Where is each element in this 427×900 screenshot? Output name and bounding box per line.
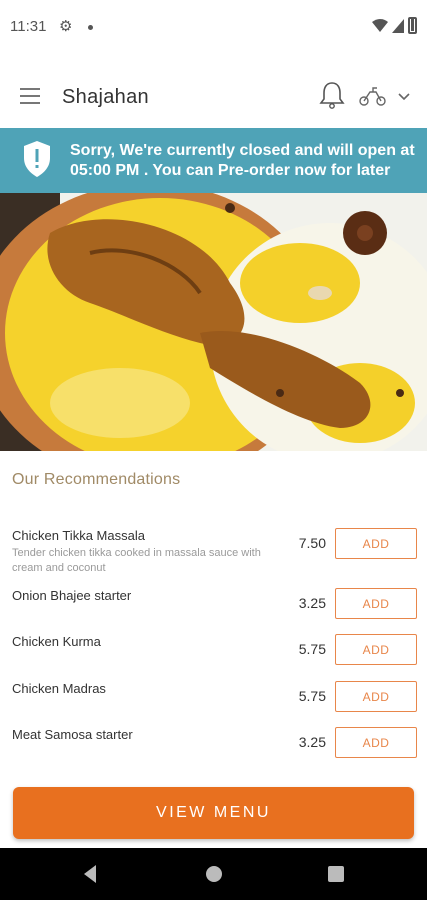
hamburger-icon[interactable] xyxy=(20,88,40,104)
add-button[interactable]: ADD xyxy=(335,634,417,665)
add-button[interactable]: ADD xyxy=(335,528,417,559)
item-price: 3.25 xyxy=(298,734,326,750)
closed-message: Sorry, We're currently closed and will o… xyxy=(70,142,415,179)
add-button[interactable]: ADD xyxy=(335,727,417,758)
home-icon[interactable] xyxy=(206,866,222,882)
item-name: Chicken Tikka Massala xyxy=(12,528,145,543)
system-nav-bar xyxy=(0,848,427,900)
status-indicators xyxy=(372,17,417,34)
restaurant-title: Shajahan xyxy=(62,86,149,108)
settings-gear-icon: ⚙ xyxy=(59,18,73,35)
bell-icon[interactable] xyxy=(318,80,346,110)
status-time: 11:31 xyxy=(10,18,47,35)
item-price: 7.50 xyxy=(298,535,326,551)
item-name: Chicken Madras xyxy=(12,681,106,696)
add-button[interactable]: ADD xyxy=(335,681,417,712)
item-price: 3.25 xyxy=(298,595,326,611)
recommendations-heading: Our Recommendations xyxy=(12,471,181,488)
back-icon[interactable] xyxy=(82,864,98,884)
item-price: 5.75 xyxy=(298,641,326,657)
item-description: Tender chicken tikka cooked in massala s… xyxy=(12,547,261,574)
notification-dot-icon xyxy=(88,25,93,30)
signal-icon xyxy=(392,18,404,33)
view-menu-button[interactable]: VIEW MENU xyxy=(13,787,414,839)
recent-apps-icon[interactable] xyxy=(328,866,344,882)
hero-food-image xyxy=(0,193,427,451)
battery-icon xyxy=(408,17,417,34)
item-name: Onion Bhajee starter xyxy=(12,588,132,603)
add-button[interactable]: ADD xyxy=(335,588,417,619)
item-name: Chicken Kurma xyxy=(12,634,101,649)
wifi-icon xyxy=(372,18,388,32)
item-price: 5.75 xyxy=(298,688,326,704)
status-bar: 11:31 ⚙ xyxy=(0,0,427,56)
shield-icon xyxy=(24,141,50,177)
item-name: Meat Samosa starter xyxy=(12,727,133,742)
closed-banner: Sorry, We're currently closed and will o… xyxy=(0,128,427,193)
scooter-icon[interactable] xyxy=(358,84,388,108)
app-header: Shajahan xyxy=(0,66,427,128)
chevron-down-icon[interactable] xyxy=(397,92,411,102)
